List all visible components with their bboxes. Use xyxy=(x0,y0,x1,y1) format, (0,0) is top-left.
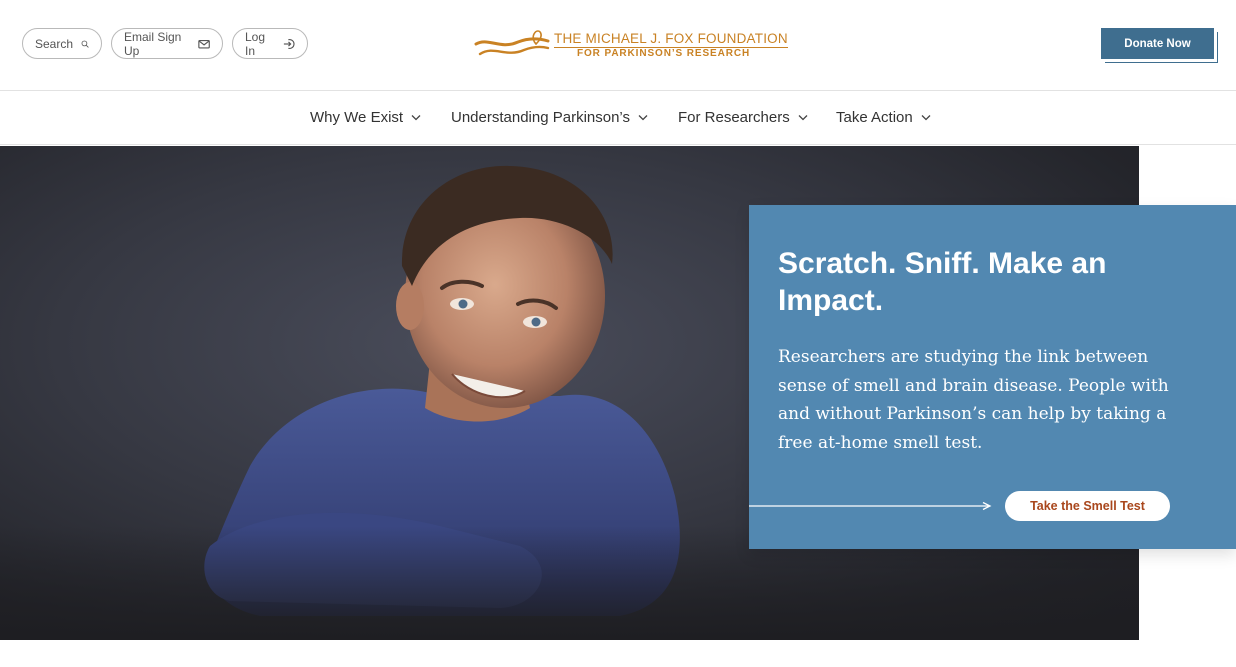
login-label: Log In xyxy=(245,29,266,58)
search-label: Search xyxy=(35,36,74,51)
chevron-down-icon xyxy=(411,115,421,121)
email-signup-button[interactable]: Email Sign Up xyxy=(111,28,223,59)
logo-subtitle: FOR PARKINSON’S RESEARCH xyxy=(577,48,751,59)
chevron-down-icon xyxy=(798,115,808,121)
nav-item-label: Why We Exist xyxy=(310,109,404,126)
nav-item-take-action[interactable]: Take Action xyxy=(836,109,931,126)
nav-item-label: For Researchers xyxy=(678,109,790,126)
envelope-icon xyxy=(198,39,210,48)
foundation-logo[interactable]: THE MICHAEL J. FOX FOUNDATION FOR PARKIN… xyxy=(474,26,788,66)
arrow-right-icon xyxy=(749,501,992,511)
nav-item-label: Take Action xyxy=(836,109,913,126)
foundation-logo-mark xyxy=(474,30,550,56)
hero-callout-card: Scratch. Sniff. Make an Impact. Research… xyxy=(749,205,1236,549)
main-nav: Why We Exist Understanding Parkinson’s F… xyxy=(0,92,1236,145)
hero-body-text: Researchers are studying the link betwee… xyxy=(778,347,1169,453)
search-icon xyxy=(81,40,89,48)
login-button[interactable]: Log In xyxy=(232,28,308,59)
site-header: Search Email Sign Up Log In THE MICHAEL … xyxy=(0,0,1236,91)
nav-item-for-researchers[interactable]: For Researchers xyxy=(678,109,808,126)
login-icon xyxy=(283,38,295,49)
search-button[interactable]: Search xyxy=(22,28,102,59)
logo-title: THE MICHAEL J. FOX FOUNDATION xyxy=(554,31,788,48)
nav-item-label: Understanding Parkinson’s xyxy=(451,109,630,126)
nav-item-understanding-parkinsons[interactable]: Understanding Parkinson’s xyxy=(451,109,648,126)
donate-button[interactable]: Donate Now xyxy=(1101,28,1214,59)
email-signup-label: Email Sign Up xyxy=(124,29,182,58)
hero-heading: Scratch. Sniff. Make an Impact. xyxy=(778,247,1107,317)
take-smell-test-button[interactable]: Take the Smell Test xyxy=(1005,491,1170,521)
nav-item-why-we-exist[interactable]: Why We Exist xyxy=(310,109,421,126)
chevron-down-icon xyxy=(638,115,648,121)
chevron-down-icon xyxy=(921,115,931,121)
